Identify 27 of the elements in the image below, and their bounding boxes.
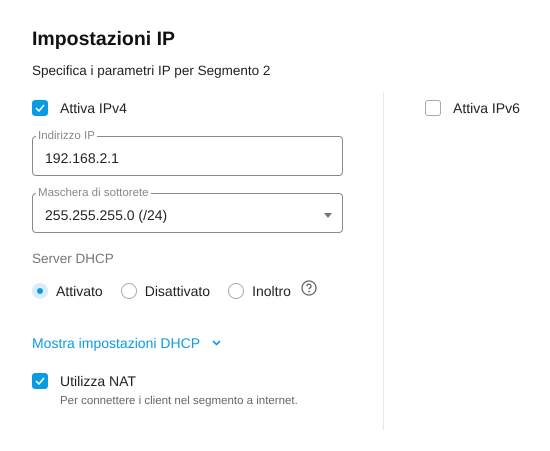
radio-label: Inoltro <box>252 283 291 299</box>
radio-button[interactable] <box>120 283 137 299</box>
radio-label: Attivato <box>56 283 103 299</box>
subnet-mask-dropdown[interactable]: Maschera di sottorete 255.255.255.0 (/24) <box>32 187 343 233</box>
page-subtitle: Specifica i parametri IP per Segmento 2 <box>32 63 272 78</box>
ip-address-field[interactable]: Indirizzo IP 192.168.2.1 <box>32 130 343 176</box>
check-icon <box>35 104 45 112</box>
checkbox-label: Attiva IPv4 <box>60 100 127 116</box>
check-icon <box>35 377 45 385</box>
field-label: Indirizzo IP <box>37 130 96 143</box>
field-value: 192.168.2.1 <box>45 150 120 166</box>
radio-button[interactable] <box>32 283 48 299</box>
radio-button[interactable] <box>228 283 244 299</box>
nat-hint: Per connettere i client nel segmento a internet. <box>60 395 299 407</box>
dropdown-caret-icon <box>324 212 332 218</box>
radio-label: Disattivato <box>144 283 210 299</box>
help-icon[interactable] <box>300 280 317 296</box>
dhcp-server-label: Server DHCP <box>32 251 115 266</box>
checkbox-label: Utilizza NAT <box>60 373 136 389</box>
checkbox[interactable] <box>425 100 441 116</box>
chevron-down-icon[interactable] <box>212 340 222 346</box>
checkbox[interactable] <box>32 373 48 389</box>
field-value: 255.255.255.0 (/24) <box>45 207 168 223</box>
field-label: Maschera di sottorete <box>37 187 150 200</box>
page-title: Impostazioni IP <box>32 28 176 51</box>
checkbox-label: Attiva IPv6 <box>453 100 520 116</box>
checkbox[interactable] <box>32 100 48 116</box>
